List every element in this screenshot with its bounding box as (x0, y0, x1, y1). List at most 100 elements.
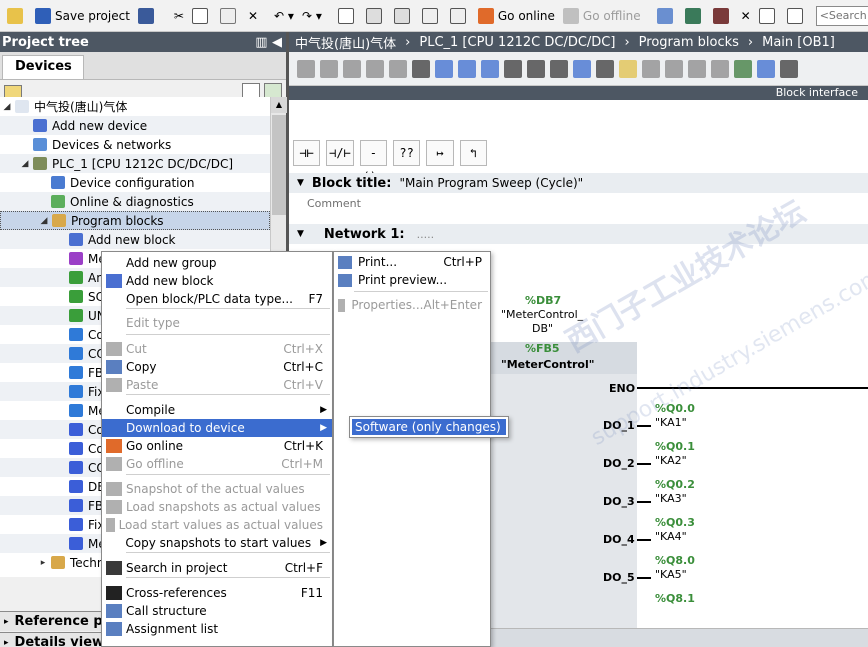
context-menu-item[interactable]: Load start values as actual values (102, 516, 332, 534)
context-menu-item[interactable]: Add new group (102, 254, 332, 272)
breadcrumb-project[interactable]: 中气投(唐山)气体 (295, 33, 396, 52)
output-tag-name[interactable]: "KA4" (655, 530, 687, 543)
context-menu-item[interactable]: Cut Ctrl+X (102, 340, 332, 358)
panel-controls[interactable]: ▥ ◀ (255, 35, 282, 50)
delete-button[interactable]: ✕ (245, 4, 261, 28)
editor-tool-icon[interactable] (757, 59, 775, 78)
tree-item[interactable]: Add new block (0, 230, 270, 249)
cpu-start-button[interactable] (682, 4, 708, 28)
context-menu-item[interactable]: Snapshot of the actual values (102, 480, 332, 498)
tab-devices[interactable]: Devices (2, 55, 84, 79)
editor-tool-icon[interactable] (435, 59, 453, 78)
project-search-input[interactable] (815, 5, 868, 26)
output-tag-name[interactable]: "KA2" (655, 454, 687, 467)
editor-tool-icon[interactable] (734, 59, 752, 78)
editor-tool-icon[interactable] (596, 59, 614, 78)
editor-tool-icon[interactable] (527, 59, 545, 78)
editor-tool-icon[interactable] (780, 59, 798, 78)
context-menu-item[interactable]: Load snapshots as actual values (102, 498, 332, 516)
editor-tool-icon[interactable] (619, 59, 637, 78)
redo-button[interactable]: ↷ ▾ (299, 4, 325, 28)
tree-item[interactable]: ◢ Program blocks (0, 211, 270, 230)
editor-tool-icon[interactable] (481, 59, 499, 78)
compile-button[interactable] (335, 4, 361, 28)
output-tag-name[interactable]: "KA1" (655, 416, 687, 429)
scroll-up-arrow[interactable]: ▲ (271, 97, 287, 113)
editor-tool-icon[interactable] (320, 59, 338, 78)
context-menu-item[interactable]: Edit type (102, 314, 332, 332)
context-menu-item[interactable]: Copy Ctrl+C (102, 358, 332, 376)
editor-tool-icon[interactable] (504, 59, 522, 78)
tree-item[interactable]: Online & diagnostics (0, 192, 270, 211)
paste-button[interactable] (217, 4, 243, 28)
coil-button[interactable]: -()- (359, 140, 387, 184)
breadcrumb-main[interactable]: Main [OB1] (762, 35, 835, 50)
editor-tool-icon[interactable] (711, 59, 729, 78)
split-vertical-button[interactable] (784, 4, 810, 28)
save-project-button[interactable]: Save project (32, 4, 133, 28)
block-title-row[interactable]: ▼ Block title: "Main Program Sweep (Cycl… (289, 173, 868, 193)
editor-tool-icon[interactable] (297, 59, 315, 78)
new-project-button[interactable] (4, 4, 30, 28)
block-comment[interactable]: Comment (303, 194, 863, 216)
network-1-header[interactable]: ▼ Network 1: ..... (289, 224, 868, 244)
cpu-stop-button[interactable] (710, 4, 736, 28)
editor-tool-icon[interactable] (343, 59, 361, 78)
expand-toggle-icon[interactable]: ◢ (20, 159, 30, 169)
editor-tool-icon[interactable] (458, 59, 476, 78)
upload-button[interactable] (391, 4, 417, 28)
expand-toggle-icon[interactable]: ▸ (38, 558, 48, 568)
breadcrumb-plc[interactable]: PLC_1 [CPU 1212C DC/DC/DC] (419, 35, 615, 50)
rt-button[interactable] (447, 4, 473, 28)
tree-item[interactable]: Add new device (0, 116, 270, 135)
expand-toggle-icon[interactable]: ◢ (2, 102, 12, 112)
context-menu-item[interactable]: Properties... Alt+Enter (334, 296, 490, 314)
print-button[interactable] (135, 4, 161, 28)
editor-tool-icon[interactable] (642, 59, 660, 78)
context-menu-item[interactable]: Search in project Ctrl+F (102, 559, 332, 577)
tree-item[interactable]: ◢ PLC_1 [CPU 1212C DC/DC/DC] (0, 154, 270, 173)
output-tag-name[interactable]: "KA3" (655, 492, 687, 505)
context-menu-item[interactable]: Paste Ctrl+V (102, 376, 332, 394)
go-offline-button[interactable]: Go offline (560, 4, 644, 28)
context-menu-item[interactable]: Download to device ▶ (102, 419, 332, 437)
open-branch-button[interactable]: ↦ (426, 140, 454, 166)
tree-item[interactable]: Device configuration (0, 173, 270, 192)
go-online-button[interactable]: Go online (475, 4, 558, 28)
start-simulation-button[interactable] (419, 4, 445, 28)
tree-item[interactable]: ◢ 中气投(唐山)气体 (0, 97, 270, 116)
expand-toggle-icon[interactable]: ◢ (39, 216, 49, 226)
cut-button[interactable]: ✂ (171, 4, 187, 28)
tree-item[interactable]: Devices & networks (0, 135, 270, 154)
no-contact-button[interactable]: ⊣⊢ (293, 140, 321, 166)
context-menu-item[interactable]: Cross-references F11 (102, 584, 332, 602)
context-menu-item[interactable]: Go offline Ctrl+M (102, 455, 332, 473)
download-software-only-changes[interactable]: Software (only changes) (352, 419, 506, 435)
cross-references-button[interactable]: ✕ (738, 4, 754, 28)
collapse-icon[interactable]: ▼ (297, 178, 304, 188)
context-menu-item[interactable]: Open block/PLC data type... F7 (102, 290, 332, 308)
context-menu-item[interactable]: Print... Ctrl+P (334, 253, 490, 271)
breadcrumb-program-blocks[interactable]: Program blocks (639, 35, 739, 50)
scroll-thumb[interactable] (272, 115, 286, 215)
context-menu-item[interactable]: Compile ▶ (102, 401, 332, 419)
download-button[interactable] (363, 4, 389, 28)
collapse-icon[interactable]: ▼ (297, 229, 304, 239)
copy-button[interactable] (189, 4, 215, 28)
context-menu-item[interactable]: Assignment list (102, 620, 332, 638)
editor-tool-icon[interactable] (573, 59, 591, 78)
editor-tool-icon[interactable] (389, 59, 407, 78)
context-menu-item[interactable]: Print preview... (334, 271, 490, 289)
editor-tool-icon[interactable] (550, 59, 568, 78)
nc-contact-button[interactable]: ⊣/⊢ (326, 140, 354, 166)
context-menu-item[interactable]: Call structure (102, 602, 332, 620)
output-tag-name[interactable]: "KA5" (655, 568, 687, 581)
undo-button[interactable]: ↶ ▾ (271, 4, 297, 28)
context-menu-item[interactable]: Go online Ctrl+K (102, 437, 332, 455)
accessible-devices-button[interactable] (654, 4, 680, 28)
close-branch-button[interactable]: ↰ (459, 140, 487, 166)
block-interface-bar[interactable]: Block interface (289, 86, 868, 100)
editor-tool-icon[interactable] (412, 59, 430, 78)
empty-box-button[interactable]: ?? (392, 140, 421, 166)
editor-tool-icon[interactable] (665, 59, 683, 78)
